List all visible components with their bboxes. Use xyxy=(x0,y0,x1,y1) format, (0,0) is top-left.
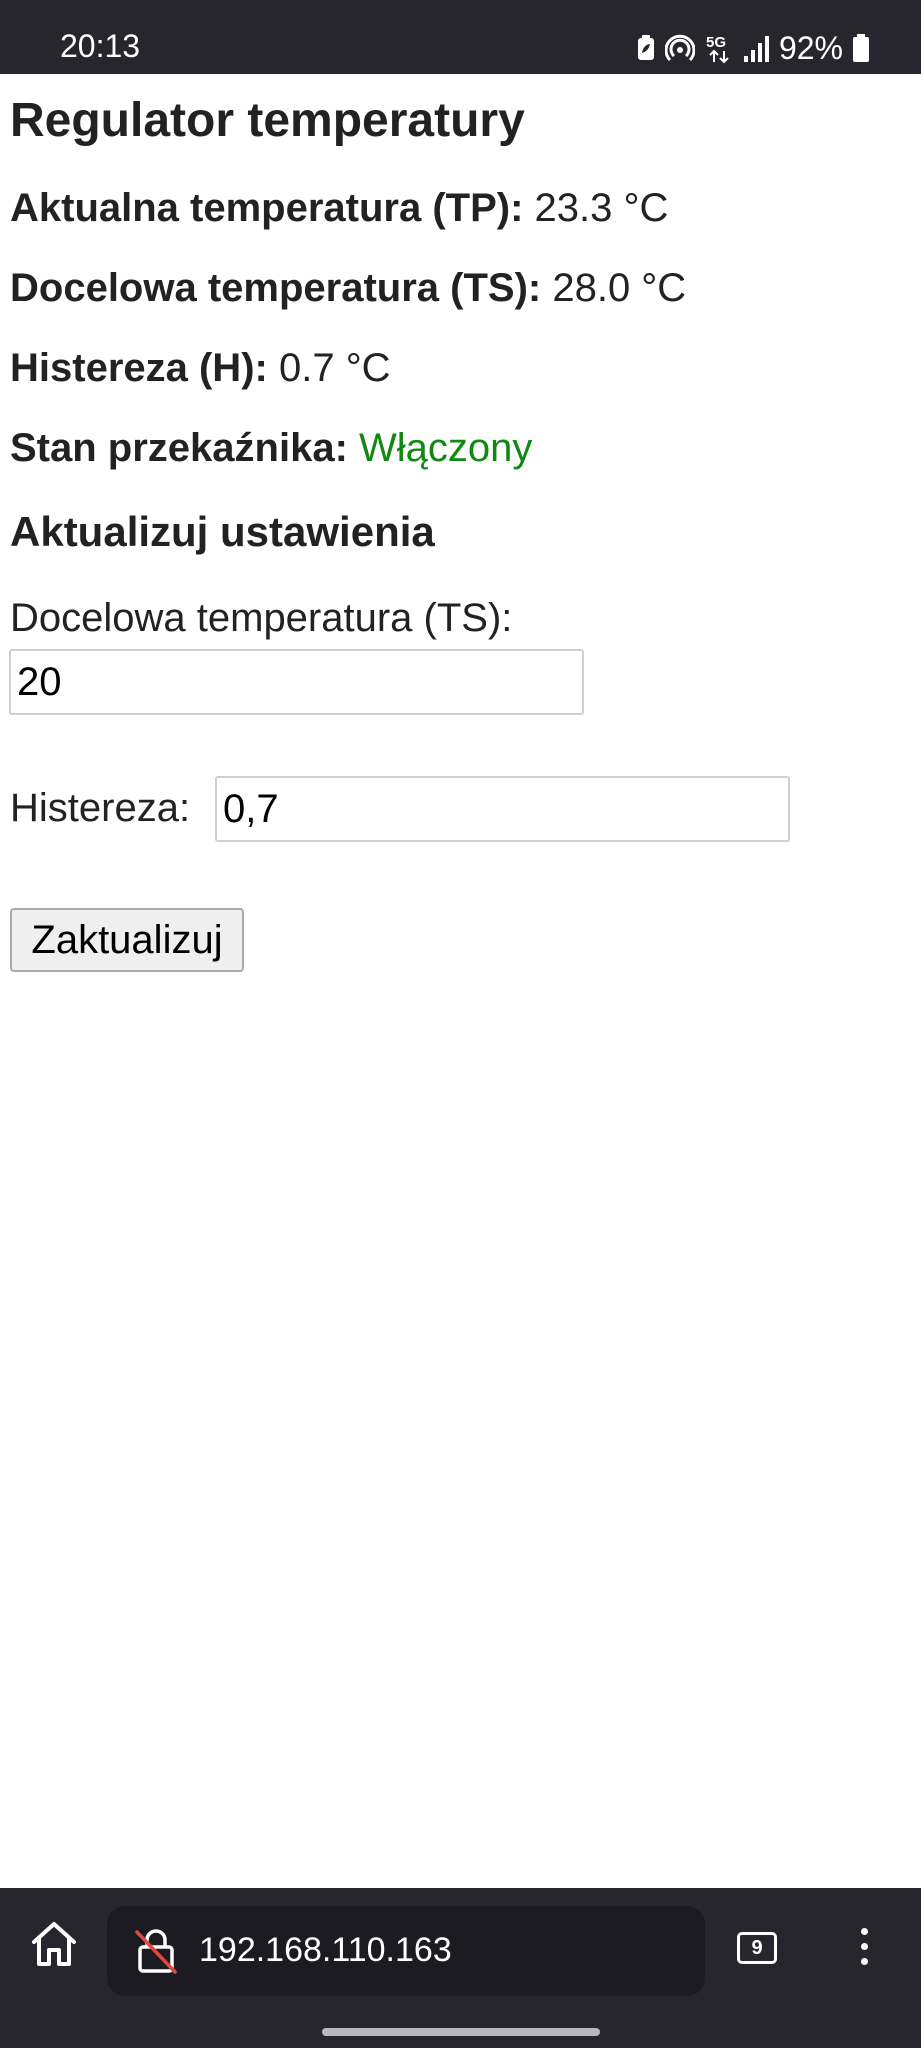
settings-heading: Aktualizuj ustawienia xyxy=(10,508,435,555)
target-temp-label: Docelowa temperatura (TS): xyxy=(10,266,542,310)
status-time: 20:13 xyxy=(60,28,141,64)
relay-state-row: Stan przekaźnika: Włączony xyxy=(10,428,532,468)
update-button[interactable]: Zaktualizuj xyxy=(10,908,244,972)
target-temp-value: 28.0 °C xyxy=(552,266,687,310)
5g-icon: 5G xyxy=(706,34,729,64)
hysteresis-value: 0.7 °C xyxy=(278,346,391,390)
signal-icon xyxy=(743,36,769,62)
battery-icon xyxy=(853,34,869,62)
hotspot-icon xyxy=(664,34,695,62)
current-temp-label: Aktualna temperatura (TP): xyxy=(10,186,524,230)
address-bar[interactable]: 192.168.110.163 xyxy=(107,1906,705,1996)
battery-percent: 92% xyxy=(778,30,843,66)
hysteresis-row: Histereza (H): 0.7 °C xyxy=(10,348,391,388)
relay-state-value: Włączony xyxy=(359,426,533,470)
tabs-icon[interactable]: 9 xyxy=(737,1932,777,1964)
hysteresis-label: Histereza (H): xyxy=(10,346,268,390)
gesture-handle[interactable] xyxy=(322,2028,600,2036)
hysteresis-input[interactable] xyxy=(215,776,790,842)
url-text[interactable]: 192.168.110.163 xyxy=(199,1933,452,1967)
more-vert-icon[interactable] xyxy=(852,1924,876,1972)
target-temp-input[interactable] xyxy=(9,649,584,715)
tab-count: 9 xyxy=(751,1937,763,1959)
current-temp-value: 23.3 °C xyxy=(534,186,669,230)
browser-toolbar: 192.168.110.163 9 xyxy=(0,1888,921,2048)
insecure-lock-icon[interactable] xyxy=(133,1928,179,1974)
relay-state-label: Stan przekaźnika: xyxy=(10,426,348,470)
page-title: Regulator temperatury xyxy=(10,94,525,147)
status-icons: 5G 92% xyxy=(637,30,869,66)
target-temp-row: Docelowa temperatura (TS): 28.0 °C xyxy=(10,268,686,308)
status-bar: 20:13 5G 92% xyxy=(0,0,921,74)
home-icon[interactable] xyxy=(26,1916,82,1972)
hysteresis-field-label: Histereza: xyxy=(10,786,191,830)
battery-saver-icon xyxy=(637,35,654,60)
network-type-label: 5G xyxy=(706,34,726,51)
target-temp-field-label: Docelowa temperatura (TS): xyxy=(10,596,513,640)
current-temp-row: Aktualna temperatura (TP): 23.3 °C xyxy=(10,188,668,228)
